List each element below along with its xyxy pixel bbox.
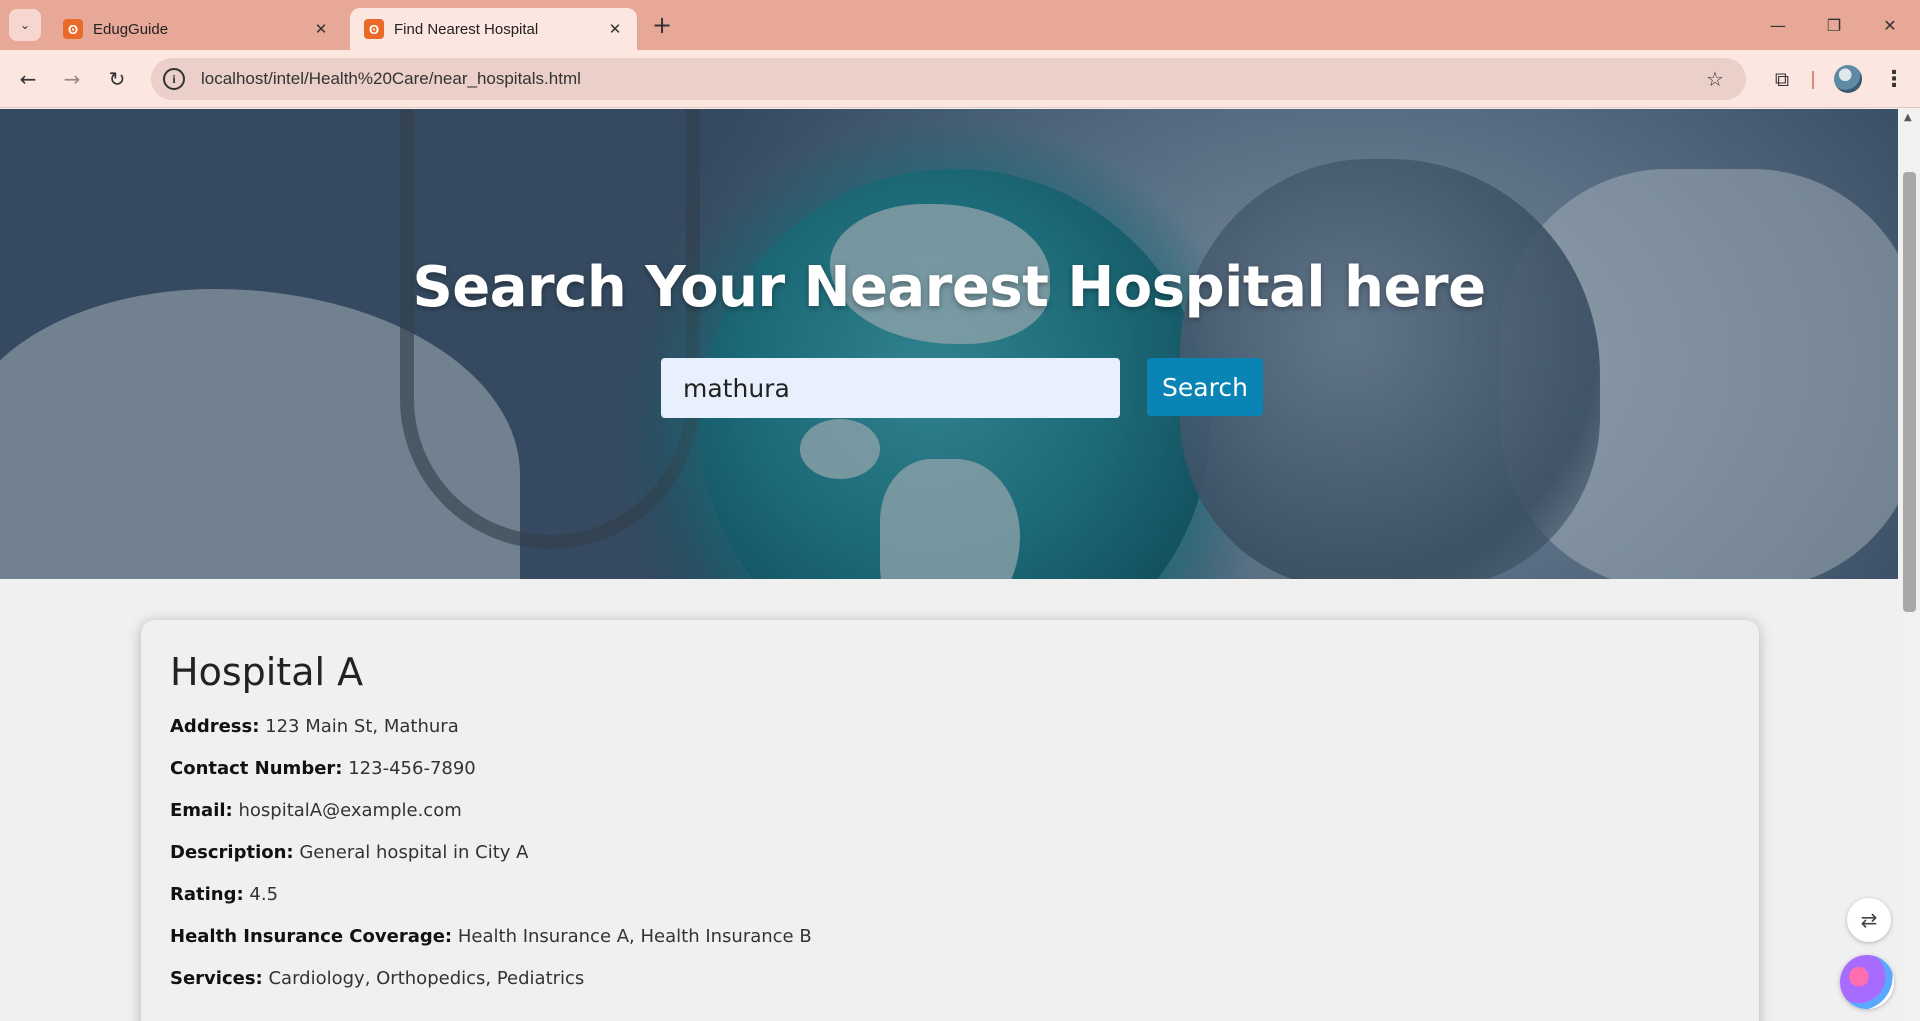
ai-assistant-brain-icon[interactable] — [1840, 955, 1894, 1009]
site-info-icon[interactable]: i — [163, 68, 185, 90]
scroll-up-arrow-icon[interactable]: ▲ — [1904, 112, 1912, 123]
field-value: Cardiology, Orthopedics, Pediatrics — [268, 968, 585, 989]
translate-icon[interactable]: ⇄ — [1847, 898, 1891, 942]
bookmark-star-icon[interactable]: ☆ — [1700, 67, 1730, 91]
field-value: 123 Main St, Mathura — [265, 716, 459, 737]
hospital-name: Hospital A — [170, 650, 364, 694]
hospital-description: Description: General hospital in City A — [170, 842, 1730, 864]
forward-arrow-icon[interactable]: → — [56, 63, 88, 95]
scrollbar-thumb[interactable] — [1903, 172, 1916, 612]
extensions-puzzle-icon[interactable]: ⧉ — [1766, 63, 1798, 95]
field-label: Address: — [170, 716, 260, 737]
hospital-services: Services: Cardiology, Orthopedics, Pedia… — [170, 968, 1730, 990]
close-tab-icon[interactable]: ✕ — [311, 19, 331, 39]
tab-edugguide[interactable]: ʘ EdugGuide ✕ — [49, 8, 343, 50]
field-label: Description: — [170, 842, 294, 863]
xampp-favicon-icon: ʘ — [63, 19, 83, 39]
more-menu-icon[interactable]: ⋮ — [1880, 63, 1908, 95]
field-label: Contact Number: — [170, 758, 343, 779]
url-text[interactable]: localhost/intel/Health%20Care/near_hospi… — [201, 69, 1700, 89]
profile-avatar[interactable] — [1834, 65, 1862, 93]
close-tab-icon[interactable]: ✕ — [605, 19, 625, 39]
field-label: Email: — [170, 800, 233, 821]
hospital-insurance: Health Insurance Coverage: Health Insura… — [170, 926, 1730, 948]
close-window-icon[interactable]: ✕ — [1862, 0, 1918, 50]
hospital-card: Hospital A Address: 123 Main St, Mathura… — [141, 620, 1759, 1021]
back-arrow-icon[interactable]: ← — [12, 63, 44, 95]
browser-toolbar: ← → ↻ i localhost/intel/Health%20Care/ne… — [0, 50, 1920, 108]
field-value: Health Insurance A, Health Insurance B — [457, 926, 812, 947]
reload-icon[interactable]: ↻ — [101, 63, 133, 95]
field-label: Health Insurance Coverage: — [170, 926, 453, 947]
minimize-icon[interactable]: — — [1750, 0, 1806, 50]
xampp-favicon-icon: ʘ — [364, 19, 384, 39]
field-label: Rating: — [170, 884, 244, 905]
tab-title: EdugGuide — [93, 20, 169, 38]
page-scrollbar[interactable]: ▲ — [1898, 109, 1920, 1021]
field-value: 123-456-7890 — [348, 758, 476, 779]
hospital-rating: Rating: 4.5 — [170, 884, 1730, 906]
hospital-contact: Contact Number: 123-456-7890 — [170, 758, 1730, 780]
new-tab-plus-icon[interactable]: + — [648, 11, 676, 39]
page-viewport: Search Your Nearest Hospital here Search… — [0, 109, 1920, 1021]
hero-overlay — [0, 109, 1898, 579]
tab-search-chevron-icon[interactable]: ⌄ — [9, 9, 41, 41]
hero-heading: Search Your Nearest Hospital here — [412, 255, 1486, 320]
hospital-email: Email: hospitalA@example.com — [170, 800, 1730, 822]
field-label: Services: — [170, 968, 263, 989]
restore-icon[interactable]: ❐ — [1806, 0, 1862, 50]
hospital-address: Address: 123 Main St, Mathura — [170, 716, 1730, 738]
hero-banner: Search Your Nearest Hospital here Search — [0, 109, 1898, 579]
address-bar[interactable]: i localhost/intel/Health%20Care/near_hos… — [151, 58, 1746, 100]
search-button[interactable]: Search — [1147, 358, 1263, 416]
tab-title: Find Nearest Hospital — [394, 20, 539, 38]
field-value: General hospital in City A — [299, 842, 529, 863]
field-value: hospitalA@example.com — [238, 800, 462, 821]
location-search-input[interactable] — [661, 358, 1120, 418]
tab-strip: ⌄ ʘ EdugGuide ✕ ʘ Find Nearest Hospital … — [0, 0, 1920, 50]
tab-find-nearest-hospital[interactable]: ʘ Find Nearest Hospital ✕ — [350, 8, 637, 50]
field-value: 4.5 — [249, 884, 279, 905]
toolbar-divider — [1812, 71, 1814, 89]
